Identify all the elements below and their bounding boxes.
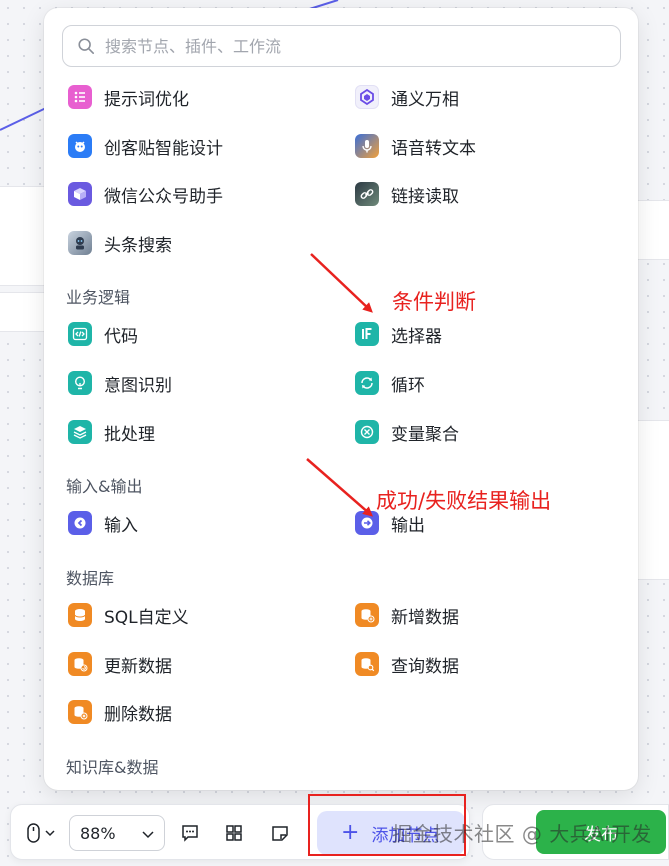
node-toutiao-search[interactable]: 头条搜索 xyxy=(68,228,172,258)
section-database: 数据库 xyxy=(66,569,115,588)
merge-icon xyxy=(355,420,379,444)
node-label: 通义万相 xyxy=(391,89,459,110)
search-icon xyxy=(78,38,95,55)
node-wechat-assistant[interactable]: 微信公众号助手 xyxy=(68,179,223,209)
database-plus-icon xyxy=(355,603,379,627)
comment-icon xyxy=(182,825,198,842)
node-label: 新增数据 xyxy=(391,607,459,628)
node-var-merge[interactable]: 变量聚合 xyxy=(355,417,459,447)
robot-icon xyxy=(68,231,92,255)
if-icon xyxy=(355,322,379,346)
chuangketie-logo-icon xyxy=(68,134,92,158)
database-delete-icon xyxy=(68,700,92,724)
search-input[interactable] xyxy=(105,36,605,56)
link-reader-icon xyxy=(355,182,379,206)
watermark: 掘金技术社区 @ 大兵AI开发 xyxy=(392,822,652,846)
annotation-condition: 条件判断 xyxy=(392,290,476,314)
node-code[interactable]: 代码 xyxy=(68,319,138,349)
section-knowledge: 知识库&数据 xyxy=(66,758,159,777)
node-label: 提示词优化 xyxy=(104,89,189,110)
database-icon xyxy=(68,603,92,627)
node-label: 头条搜索 xyxy=(104,235,172,256)
node-db-update[interactable]: 更新数据 xyxy=(68,649,172,679)
node-label: 意图识别 xyxy=(104,375,172,396)
node-label: 创客贴智能设计 xyxy=(104,138,223,159)
section-io: 输入&输出 xyxy=(66,477,143,496)
node-label: 代码 xyxy=(104,326,138,347)
annotation-result: 成功/失败结果输出 xyxy=(376,489,552,513)
chevron-down-icon xyxy=(142,831,154,839)
node-tongyi-wanxiang[interactable]: 通义万相 xyxy=(355,82,459,112)
node-selector[interactable]: 选择器 xyxy=(355,319,442,349)
loop-icon xyxy=(355,371,379,395)
canvas-node-card xyxy=(636,420,669,580)
node-db-add[interactable]: 新增数据 xyxy=(355,600,459,630)
node-prompt-optimize[interactable]: 提示词优化 xyxy=(68,82,189,112)
node-label: 微信公众号助手 xyxy=(104,186,223,207)
node-input[interactable]: 输入 xyxy=(68,508,138,538)
input-icon xyxy=(68,511,92,535)
node-intent[interactable]: 意图识别 xyxy=(68,368,172,398)
note-button[interactable] xyxy=(265,819,295,847)
tongyi-logo-icon xyxy=(355,85,379,109)
node-picker-panel: 提示词优化 通义万相 创客贴智能设计 语音转文本 微信公众号助手 链接读取 xyxy=(44,8,638,790)
node-label: 选择器 xyxy=(391,326,442,347)
node-db-query[interactable]: 查询数据 xyxy=(355,649,459,679)
node-loop[interactable]: 循环 xyxy=(355,368,425,398)
microphone-icon xyxy=(355,134,379,158)
zoom-select[interactable]: 88% xyxy=(69,815,165,851)
layout-button[interactable] xyxy=(219,819,249,847)
layers-icon xyxy=(68,420,92,444)
node-db-delete[interactable]: 删除数据 xyxy=(68,697,172,727)
node-label: 批处理 xyxy=(104,424,155,445)
mouse-icon xyxy=(27,823,55,843)
node-label: 更新数据 xyxy=(104,656,172,677)
section-business-logic: 业务逻辑 xyxy=(66,288,131,307)
node-label: 语音转文本 xyxy=(391,138,476,159)
node-label: 查询数据 xyxy=(391,656,459,677)
comment-button[interactable] xyxy=(175,819,205,847)
node-label: 输入 xyxy=(104,515,138,536)
node-link-reader[interactable]: 链接读取 xyxy=(355,179,459,209)
grid-icon xyxy=(226,825,242,841)
canvas-node-card xyxy=(636,200,669,260)
search-box[interactable] xyxy=(62,25,621,67)
list-icon xyxy=(68,85,92,109)
node-label: SQL自定义 xyxy=(104,607,189,628)
database-search-icon xyxy=(355,652,379,676)
code-icon xyxy=(68,322,92,346)
canvas-node-card xyxy=(0,186,46,286)
node-sql[interactable]: SQL自定义 xyxy=(68,600,189,630)
node-label: 变量聚合 xyxy=(391,424,459,445)
node-speech-to-text[interactable]: 语音转文本 xyxy=(355,131,476,161)
zoom-value: 88% xyxy=(80,823,116,843)
node-label: 链接读取 xyxy=(391,186,459,207)
canvas-node-card xyxy=(0,292,46,332)
cube-icon xyxy=(68,182,92,206)
node-label: 循环 xyxy=(391,375,425,396)
interaction-mode-button[interactable] xyxy=(21,819,61,847)
node-batch[interactable]: 批处理 xyxy=(68,417,155,447)
note-icon xyxy=(272,826,288,841)
database-update-icon xyxy=(68,652,92,676)
node-chuangketie[interactable]: 创客贴智能设计 xyxy=(68,131,223,161)
node-label: 删除数据 xyxy=(104,704,172,725)
bulb-icon xyxy=(68,371,92,395)
